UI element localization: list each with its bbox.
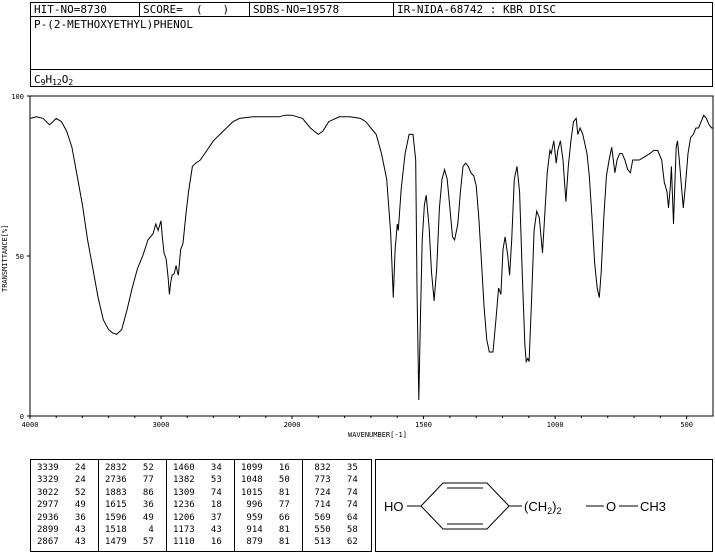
peak-column-1: 3339 24 3329 24 3022 52 2977 49 2936 36 2899 … xyxy=(31,460,99,551)
x-axis-label: WAVENUMBER[-1] xyxy=(348,431,407,439)
x-tick-label: 2000 xyxy=(284,421,301,429)
formula-h-count: 12 xyxy=(52,78,62,87)
y-tick-label: 50 xyxy=(16,253,24,261)
peak-row: 1596 49 xyxy=(105,512,154,523)
peak-row: 1015 81 xyxy=(241,487,290,498)
peak-row: 1883 86 xyxy=(105,487,154,498)
x-tick-label: 4000 xyxy=(22,421,39,429)
molecular-formula: C9H12O2 xyxy=(34,73,74,87)
peak-row: 2832 52 xyxy=(105,463,154,473)
peak-row: 1615 36 xyxy=(105,500,154,511)
peak-row: 914 81 xyxy=(241,525,290,535)
y-axis-label: TRANSMITTANCE[%] xyxy=(1,225,9,292)
y-axis: 0 50 100 xyxy=(11,93,30,421)
structure-box: HO (CH2)2 O CH3 xyxy=(375,459,713,552)
peak-row: 2977 49 xyxy=(37,500,86,511)
formula-c-count: 9 xyxy=(40,78,46,87)
structure-ho-label: HO xyxy=(384,499,404,514)
formula-o-count: 2 xyxy=(68,78,74,87)
peak-row: 3339 24 xyxy=(37,463,86,473)
ir-nida-label: IR-NIDA-68742 : KBR DISC xyxy=(397,3,556,16)
chain-n: 2 xyxy=(556,506,561,516)
peak-column-5: 832 35 773 74 724 74 714 74 569 64 550 5… xyxy=(303,460,371,551)
compound-box: P-(2-METHOXYETHYL)PHENOL C9H12O2 xyxy=(30,16,713,87)
peak-row: 959 66 xyxy=(241,512,290,523)
x-tick-label: 1500 xyxy=(415,421,432,429)
peak-row: 513 62 xyxy=(309,537,358,548)
series-group xyxy=(29,114,713,401)
peak-row: 996 77 xyxy=(241,500,290,511)
peak-row: 2867 43 xyxy=(37,537,86,548)
peak-column-4: 1099 16 1048 50 1015 81 996 77 959 66 914 … xyxy=(235,460,303,551)
peak-row: 832 35 xyxy=(309,463,358,473)
peak-row: 773 74 xyxy=(309,475,358,486)
structure-chain: (CH2)2 xyxy=(524,499,561,516)
peak-row: 714 74 xyxy=(309,500,358,511)
sdbs-no-label: SDBS-NO=19578 xyxy=(253,3,340,16)
peak-row: 1382 53 xyxy=(173,475,222,486)
peak-row: 550 58 xyxy=(309,525,358,535)
score-label: SCORE= ( ) xyxy=(143,3,230,16)
peak-row: 1099 16 xyxy=(241,463,290,473)
peak-row: 1479 57 xyxy=(105,537,154,548)
benzene-ring xyxy=(420,482,510,530)
x-tick-label: 500 xyxy=(680,421,693,429)
header-bar: HIT-NO=8730 SCORE= ( ) SDBS-NO=19578 IR-… xyxy=(30,2,713,17)
peak-row: 1460 34 xyxy=(173,463,222,473)
compound-name: P-(2-METHOXYETHYL)PHENOL xyxy=(34,18,193,31)
structure-ch3-label: CH3 xyxy=(640,499,666,514)
spectrum-line-0 xyxy=(29,114,713,401)
peak-row: 569 64 xyxy=(309,512,358,523)
peak-row: 1236 18 xyxy=(173,500,222,511)
peak-row: 1309 74 xyxy=(173,487,222,498)
peak-row: 3329 24 xyxy=(37,475,86,486)
peak-row: 3022 52 xyxy=(37,487,86,498)
x-tick-label: 1000 xyxy=(547,421,564,429)
x-axis: 4000 3000 2000 1500 1000 500 xyxy=(22,416,693,429)
peak-row: 2736 77 xyxy=(105,475,154,486)
peak-row: 1173 43 xyxy=(173,525,222,535)
peak-table: 3339 24 3329 24 3022 52 2977 49 2936 36 2899 … xyxy=(30,459,372,552)
hit-no-label: HIT-NO=8730 xyxy=(34,3,107,16)
peak-row: 1206 37 xyxy=(173,512,222,523)
peak-row: 1110 16 xyxy=(173,537,222,548)
peak-row: 2899 43 xyxy=(37,525,86,535)
ir-spectrum-chart: 0 50 100 4000 3000 2000 1500 1000 500 TRANSMITT… xyxy=(1,93,714,439)
y-tick-label: 0 xyxy=(20,413,24,421)
peak-row: 2936 36 xyxy=(37,512,86,523)
peak-column-2: 2832 52 2736 77 1883 86 1615 36 1596 49 1518 … xyxy=(99,460,167,551)
structure-o-label: O xyxy=(606,499,616,514)
peak-row: 1518 4 xyxy=(105,525,154,535)
peak-row: 724 74 xyxy=(309,487,358,498)
structure-diagram: HO (CH2)2 O CH3 xyxy=(384,482,666,530)
y-tick-label: 100 xyxy=(11,93,24,101)
plot-frame xyxy=(29,95,714,417)
peak-row: 879 81 xyxy=(241,537,290,548)
peak-row: 1048 50 xyxy=(241,475,290,486)
x-tick-label: 3000 xyxy=(153,421,170,429)
chain-open: (CH xyxy=(524,499,547,514)
peak-column-3: 1460 34 1382 53 1309 74 1236 18 1206 37 1173 … xyxy=(167,460,235,551)
